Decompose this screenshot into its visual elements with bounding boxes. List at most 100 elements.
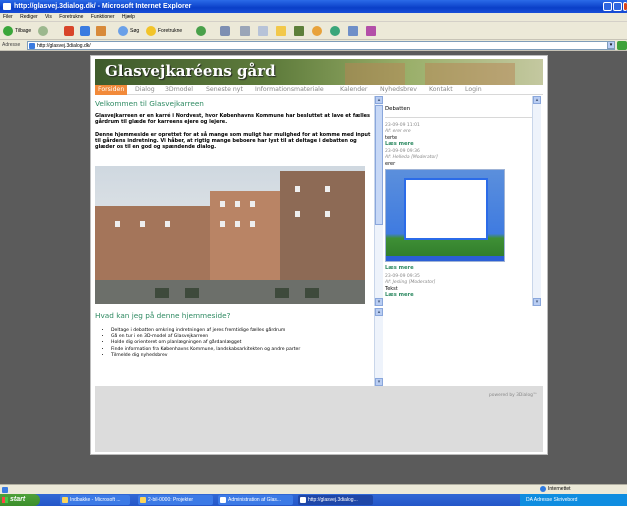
stop-button[interactable] bbox=[64, 25, 76, 37]
menu-edit[interactable]: Rediger bbox=[20, 14, 38, 20]
screenshot-window bbox=[404, 178, 488, 240]
debate-title: Debatten bbox=[385, 106, 411, 112]
main-content: Velkommen til Glasvejkarreen Glasvejkarr… bbox=[95, 99, 374, 385]
messenger-icon bbox=[312, 25, 322, 36]
translate-button[interactable] bbox=[330, 25, 342, 37]
post-author: Af: Helleda [Moderator] bbox=[385, 155, 438, 160]
start-button[interactable]: start bbox=[0, 494, 40, 506]
taskbar: start Indbakke - Microsoft ... 2-bil-000… bbox=[0, 494, 627, 506]
post-date: 23-09-09 09:36 bbox=[385, 149, 420, 154]
mail-button[interactable] bbox=[220, 25, 232, 37]
post-author: Af: Jesling [Moderator] bbox=[385, 280, 436, 285]
tools-button[interactable] bbox=[366, 25, 378, 37]
scroll-up-button[interactable]: ▴ bbox=[533, 96, 541, 104]
nav-seneste-nyt[interactable]: Seneste nyt bbox=[206, 85, 243, 95]
window-title: http://glasvej.3dialog.dk/ - Microsoft I… bbox=[14, 3, 192, 10]
intro-paragraph: Glasvejkarreen er en karré i Nordvest, h… bbox=[95, 113, 371, 125]
nav-kontakt[interactable]: Kontakt bbox=[429, 85, 453, 95]
scroll-up-button[interactable]: ▴ bbox=[375, 308, 383, 316]
photo-window bbox=[220, 201, 225, 207]
read-more-link[interactable]: Læs mere bbox=[385, 265, 414, 271]
read-more-link[interactable]: Læs mere bbox=[385, 292, 414, 298]
banner-building bbox=[425, 63, 515, 85]
go-button[interactable] bbox=[617, 41, 627, 50]
outlook-icon bbox=[62, 497, 68, 503]
nav-informationsmateriale[interactable]: Informationsmateriale bbox=[255, 85, 324, 95]
nav-forsiden[interactable]: Forsiden bbox=[95, 85, 128, 95]
tools-icon bbox=[366, 25, 376, 36]
content-scrollbar[interactable]: ▴ ▾ bbox=[374, 96, 383, 306]
photo-building bbox=[95, 206, 215, 286]
lower-scrollbar[interactable]: ▴ ▾ bbox=[374, 308, 383, 386]
taskbar-item-active[interactable]: http://glasvej.3dialog... bbox=[298, 495, 373, 505]
photo-window bbox=[295, 211, 300, 217]
close-button[interactable] bbox=[623, 2, 627, 11]
menu-view[interactable]: Vis bbox=[45, 14, 52, 20]
forward-arrow-icon bbox=[38, 25, 48, 36]
window-title-bar: http://glasvej.3dialog.dk/ - Microsoft I… bbox=[0, 0, 627, 13]
menu-favorites[interactable]: Foretrukne bbox=[59, 14, 83, 20]
maximize-button[interactable] bbox=[613, 2, 622, 11]
menu-tools[interactable]: Funktioner bbox=[91, 14, 115, 20]
web-page: Glasvejkaréens gård Forsiden Dialog 3Dmo… bbox=[90, 55, 548, 455]
photo-window bbox=[325, 211, 330, 217]
page-status-icon bbox=[2, 487, 8, 493]
refresh-button[interactable] bbox=[80, 25, 92, 37]
taskbar-item[interactable]: 2-bil-0000: Projekter bbox=[138, 495, 213, 505]
post-date: 23-09-09 11:01 bbox=[385, 123, 420, 128]
mail-icon bbox=[220, 25, 230, 36]
sidebar-scrollbar[interactable]: ▴ ▾ bbox=[532, 96, 541, 306]
address-dropdown-button[interactable]: ▾ bbox=[607, 41, 615, 49]
browser-viewport: Glasvejkaréens gård Forsiden Dialog 3Dmo… bbox=[0, 51, 627, 484]
photo-window bbox=[250, 221, 255, 227]
folder-icon bbox=[140, 497, 146, 503]
scroll-down-button[interactable]: ▾ bbox=[375, 298, 383, 306]
nav-nyhedsbrev[interactable]: Nyhedsbrev bbox=[380, 85, 417, 95]
photo-window bbox=[235, 201, 240, 207]
nav-login[interactable]: Login bbox=[465, 85, 482, 95]
address-input[interactable]: http://glasvej.3dialog.dk/ bbox=[27, 41, 615, 50]
taskbar-item[interactable]: Indbakke - Microsoft ... bbox=[60, 495, 130, 505]
page-icon bbox=[29, 43, 35, 49]
print-icon bbox=[240, 25, 250, 36]
home-button[interactable] bbox=[96, 25, 108, 37]
print-button[interactable] bbox=[240, 25, 252, 37]
scroll-down-button[interactable]: ▾ bbox=[533, 298, 541, 306]
nav-3dmodel[interactable]: 3Dmodel bbox=[165, 85, 193, 95]
nav-dialog[interactable]: Dialog bbox=[135, 85, 155, 95]
favorites-button[interactable]: Foretrukne bbox=[146, 25, 182, 37]
scroll-thumb[interactable] bbox=[375, 105, 383, 225]
folder-button[interactable] bbox=[276, 25, 288, 37]
banner-building bbox=[345, 63, 405, 85]
photo-window bbox=[325, 186, 330, 192]
menu-help[interactable]: Hjælp bbox=[122, 14, 135, 20]
home-icon bbox=[96, 25, 106, 36]
post-image[interactable] bbox=[385, 169, 505, 262]
taskbar-item[interactable]: Administration af Glas... bbox=[218, 495, 293, 505]
status-bar: Internettet bbox=[0, 484, 627, 494]
photo-window bbox=[115, 221, 120, 227]
photo-bin bbox=[275, 288, 289, 298]
history-button[interactable] bbox=[196, 25, 208, 37]
folder-icon bbox=[276, 25, 286, 36]
research-button[interactable] bbox=[294, 25, 306, 37]
divider bbox=[385, 117, 533, 118]
scroll-down-button[interactable]: ▾ bbox=[375, 378, 383, 386]
back-button[interactable]: Tilbage bbox=[3, 25, 31, 37]
forward-button[interactable] bbox=[38, 25, 50, 37]
translate-icon bbox=[330, 25, 340, 36]
copy-button[interactable] bbox=[348, 25, 360, 37]
scroll-up-button[interactable]: ▴ bbox=[375, 96, 383, 104]
system-tray: DA Adresse Skrivebord bbox=[520, 494, 627, 506]
nav-kalender[interactable]: Kalender bbox=[340, 85, 367, 95]
messenger-button[interactable] bbox=[312, 25, 324, 37]
photo-bin bbox=[185, 288, 199, 298]
menu-file[interactable]: Filer bbox=[3, 14, 13, 20]
photo-bin bbox=[155, 288, 169, 298]
site-nav: Forsiden Dialog 3Dmodel Seneste nyt Info… bbox=[95, 85, 543, 95]
read-more-link[interactable]: Læs mere bbox=[385, 141, 414, 147]
edit-button[interactable] bbox=[258, 25, 270, 37]
minimize-button[interactable] bbox=[603, 2, 612, 11]
search-button[interactable]: Søg bbox=[118, 25, 139, 37]
address-bar: Adresse http://glasvej.3dialog.dk/ ▾ bbox=[0, 40, 627, 51]
